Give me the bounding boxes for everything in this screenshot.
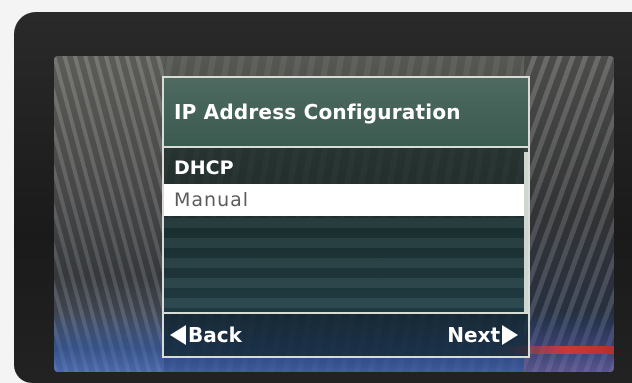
next-button[interactable]: Next bbox=[447, 320, 518, 350]
back-label: Back bbox=[188, 323, 242, 347]
dialog-title-bar: IP Address Configuration bbox=[164, 78, 528, 148]
scroll-indicator bbox=[524, 152, 528, 314]
triangle-left-icon bbox=[170, 325, 186, 345]
back-button[interactable]: Back bbox=[170, 320, 242, 350]
softkey-bar: Back Next bbox=[164, 312, 528, 356]
empty-list-area bbox=[164, 218, 528, 314]
device-bezel: IP Address Configuration DHCP Manual Bac… bbox=[14, 12, 632, 383]
dialog-title: IP Address Configuration bbox=[174, 100, 461, 124]
device-screen: IP Address Configuration DHCP Manual Bac… bbox=[54, 56, 614, 372]
option-dhcp[interactable]: DHCP bbox=[164, 152, 528, 184]
photo-frame: IP Address Configuration DHCP Manual Bac… bbox=[0, 0, 632, 383]
ip-config-dialog: IP Address Configuration DHCP Manual Bac… bbox=[162, 76, 530, 358]
triangle-right-icon bbox=[502, 325, 518, 345]
next-label: Next bbox=[447, 323, 500, 347]
option-list: DHCP Manual bbox=[164, 152, 528, 216]
option-manual[interactable]: Manual bbox=[164, 184, 528, 216]
